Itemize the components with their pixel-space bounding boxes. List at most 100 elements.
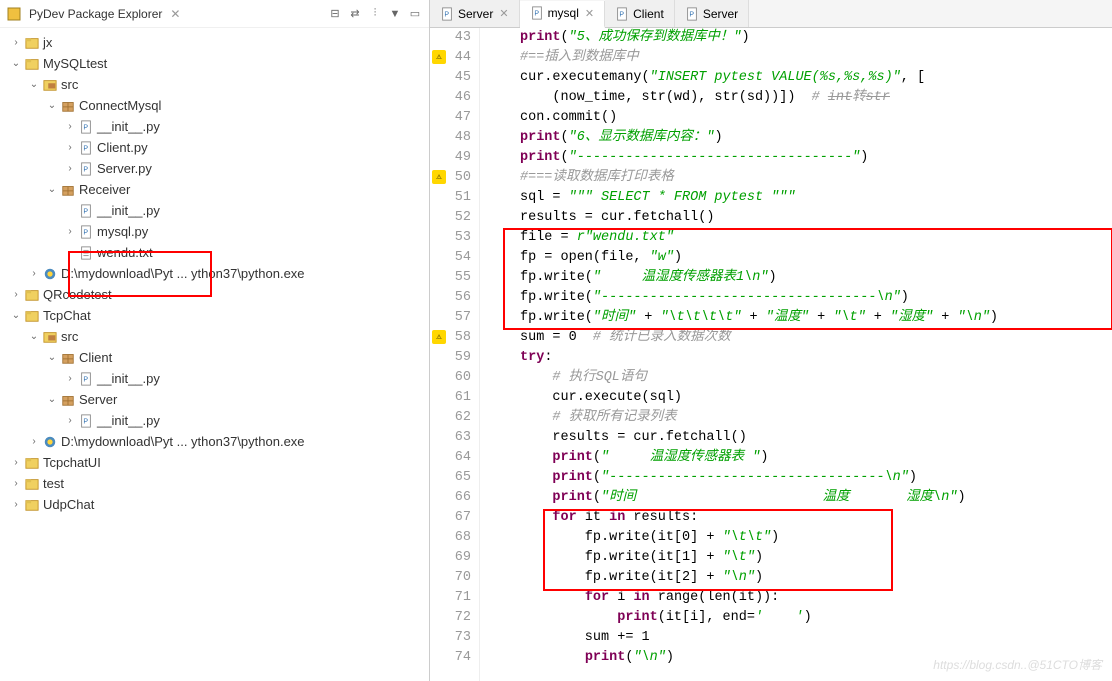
expand-arrow-icon[interactable]: ⌄ — [26, 329, 42, 345]
tab-label: mysql — [548, 6, 579, 20]
package-tree: ›jx⌄MySQLtest⌄src⌄ConnectMysql›P__init__… — [0, 28, 429, 681]
code-line[interactable]: print("---------------------------------… — [520, 468, 1112, 488]
link-editor-icon[interactable]: ⇄ — [347, 6, 363, 22]
code-line[interactable]: cur.execute(sql) — [520, 388, 1112, 408]
expand-arrow-icon[interactable]: ⌄ — [8, 308, 24, 324]
tree-item-connectmysql[interactable]: ⌄ConnectMysql — [0, 95, 429, 116]
code-line[interactable]: for i in range(len(it)): — [520, 588, 1112, 608]
view-menu-icon[interactable]: ▼ — [387, 6, 403, 22]
expand-arrow-icon[interactable]: ⌄ — [8, 56, 24, 72]
expand-arrow-icon[interactable]: › — [62, 140, 78, 156]
tree-item-server[interactable]: ⌄Server — [0, 389, 429, 410]
tab-client[interactable]: PClient — [605, 0, 675, 27]
code-line[interactable]: print("---------------------------------… — [520, 148, 1112, 168]
tree-label: mysql.py — [97, 222, 148, 241]
code-line[interactable]: fp.write(it[2] + "\n") — [520, 568, 1112, 588]
code-line[interactable]: file = r"wendu.txt" — [520, 228, 1112, 248]
line-number: 53 — [430, 228, 471, 248]
code-line[interactable]: print("5、成功保存到数据库中！") — [520, 28, 1112, 48]
tree-item-d-mydownload-pyt-ython37-python-exe[interactable]: ›D:\mydownload\Pyt ... ython37\python.ex… — [0, 431, 429, 452]
package-icon — [60, 98, 76, 114]
tree-item-wendu-txt[interactable]: wendu.txt — [0, 242, 429, 263]
code-line[interactable]: #==插入到数据库中 — [520, 48, 1112, 68]
expand-arrow-icon[interactable]: › — [8, 35, 24, 51]
tree-item-client[interactable]: ⌄Client — [0, 347, 429, 368]
expand-arrow-icon[interactable]: › — [62, 119, 78, 135]
expand-arrow-icon[interactable]: ⌄ — [44, 392, 60, 408]
close-icon[interactable]: ✕ — [585, 7, 594, 20]
expand-arrow-icon[interactable] — [62, 245, 78, 261]
expand-arrow-icon[interactable]: ⌄ — [44, 182, 60, 198]
code-line[interactable]: fp.write("------------------------------… — [520, 288, 1112, 308]
expand-arrow-icon[interactable]: › — [26, 434, 42, 450]
tree-label: __init__.py — [97, 201, 160, 220]
expand-arrow-icon[interactable]: › — [62, 371, 78, 387]
tree-item--init-py[interactable]: ›P__init__.py — [0, 410, 429, 431]
code-line[interactable]: con.commit() — [520, 108, 1112, 128]
code-line[interactable]: fp.write("时间" + "\t\t\t\t" + "温度" + "\t"… — [520, 308, 1112, 328]
tab-server[interactable]: PServer✕ — [430, 0, 520, 27]
expand-arrow-icon[interactable]: › — [8, 476, 24, 492]
code-line[interactable]: # 获取所有记录列表 — [520, 408, 1112, 428]
tree-item--init-py[interactable]: P__init__.py — [0, 200, 429, 221]
code-line[interactable]: #===读取数据库打印表格 — [520, 168, 1112, 188]
tree-item--init-py[interactable]: ›P__init__.py — [0, 116, 429, 137]
expand-arrow-icon[interactable] — [62, 203, 78, 219]
code-line[interactable]: fp.write(it[1] + "\t") — [520, 548, 1112, 568]
tree-item-src[interactable]: ⌄src — [0, 326, 429, 347]
expand-arrow-icon[interactable]: › — [62, 224, 78, 240]
expand-arrow-icon[interactable]: › — [26, 266, 42, 282]
expand-arrow-icon[interactable]: › — [62, 413, 78, 429]
code-line[interactable]: # 执行SQL语句 — [520, 368, 1112, 388]
code-line[interactable]: cur.executemany("INSERT pytest VALUE(%s,… — [520, 68, 1112, 88]
tree-item-udpchat[interactable]: ›UdpChat — [0, 494, 429, 515]
expand-arrow-icon[interactable]: › — [8, 287, 24, 303]
code-line[interactable]: (now_time, str(wd), str(sd))]) # int转str — [520, 88, 1112, 108]
close-icon[interactable]: ✕ — [499, 7, 508, 20]
tree-item-mysqltest[interactable]: ⌄MySQLtest — [0, 53, 429, 74]
code-line[interactable]: fp.write(" 温湿度传感器表1\n") — [520, 268, 1112, 288]
expand-arrow-icon[interactable]: ⌄ — [26, 77, 42, 93]
code-line[interactable]: print("时间 温度 湿度\n") — [520, 488, 1112, 508]
code-line[interactable]: fp = open(file, "w") — [520, 248, 1112, 268]
tree-item-tcpchatui[interactable]: ›TcpchatUI — [0, 452, 429, 473]
tree-item--init-py[interactable]: ›P__init__.py — [0, 368, 429, 389]
tree-item-client-py[interactable]: ›PClient.py — [0, 137, 429, 158]
expand-arrow-icon[interactable]: ⌄ — [44, 350, 60, 366]
tree-item-mysql-py[interactable]: ›Pmysql.py — [0, 221, 429, 242]
code-line[interactable]: results = cur.fetchall() — [520, 208, 1112, 228]
code-content[interactable]: print("5、成功保存到数据库中！")#==插入到数据库中cur.execu… — [480, 28, 1112, 681]
svg-text:P: P — [620, 11, 625, 18]
tree-item-src[interactable]: ⌄src — [0, 74, 429, 95]
code-editor[interactable]: 43⚠444546474849⚠5051525354555657⚠5859606… — [430, 28, 1112, 681]
explorer-title: PyDev Package Explorer — [29, 7, 162, 21]
code-line[interactable]: sum = 0 # 统计已录入数据次数 — [520, 328, 1112, 348]
tree-item-test[interactable]: ›test — [0, 473, 429, 494]
tree-item-jx[interactable]: ›jx — [0, 32, 429, 53]
tree-item-d-mydownload-pyt-ython37-python-exe[interactable]: ›D:\mydownload\Pyt ... ython37\python.ex… — [0, 263, 429, 284]
expand-arrow-icon[interactable]: ⌄ — [44, 98, 60, 114]
code-line[interactable]: sql = """ SELECT * FROM pytest """ — [520, 188, 1112, 208]
code-line[interactable]: sum += 1 — [520, 628, 1112, 648]
tab-server[interactable]: PServer — [675, 0, 749, 27]
tree-item-server-py[interactable]: ›PServer.py — [0, 158, 429, 179]
tree-item-tcpchat[interactable]: ⌄TcpChat — [0, 305, 429, 326]
expand-arrow-icon[interactable]: › — [62, 161, 78, 177]
collapse-all-icon[interactable]: ⊟ — [327, 6, 343, 22]
minimize-icon[interactable]: ▭ — [407, 6, 423, 22]
expand-arrow-icon[interactable]: › — [8, 455, 24, 471]
code-line[interactable]: results = cur.fetchall() — [520, 428, 1112, 448]
code-line[interactable]: print(it[i], end=' ') — [520, 608, 1112, 628]
code-line[interactable]: try: — [520, 348, 1112, 368]
filter-icon[interactable]: ⫶ — [367, 6, 383, 22]
code-line[interactable]: print(" 温湿度传感器表 ") — [520, 448, 1112, 468]
tab-mysql[interactable]: Pmysql✕ — [520, 1, 606, 28]
close-icon[interactable]: ✕ — [170, 7, 180, 21]
code-line[interactable]: fp.write(it[0] + "\t\t") — [520, 528, 1112, 548]
expand-arrow-icon[interactable]: › — [8, 497, 24, 513]
tree-item-qrcodetest[interactable]: ›QRcodetest — [0, 284, 429, 305]
code-line[interactable]: print("6、显示数据库内容：") — [520, 128, 1112, 148]
code-line[interactable]: for it in results: — [520, 508, 1112, 528]
pkg-icon — [24, 455, 40, 471]
tree-item-receiver[interactable]: ⌄Receiver — [0, 179, 429, 200]
